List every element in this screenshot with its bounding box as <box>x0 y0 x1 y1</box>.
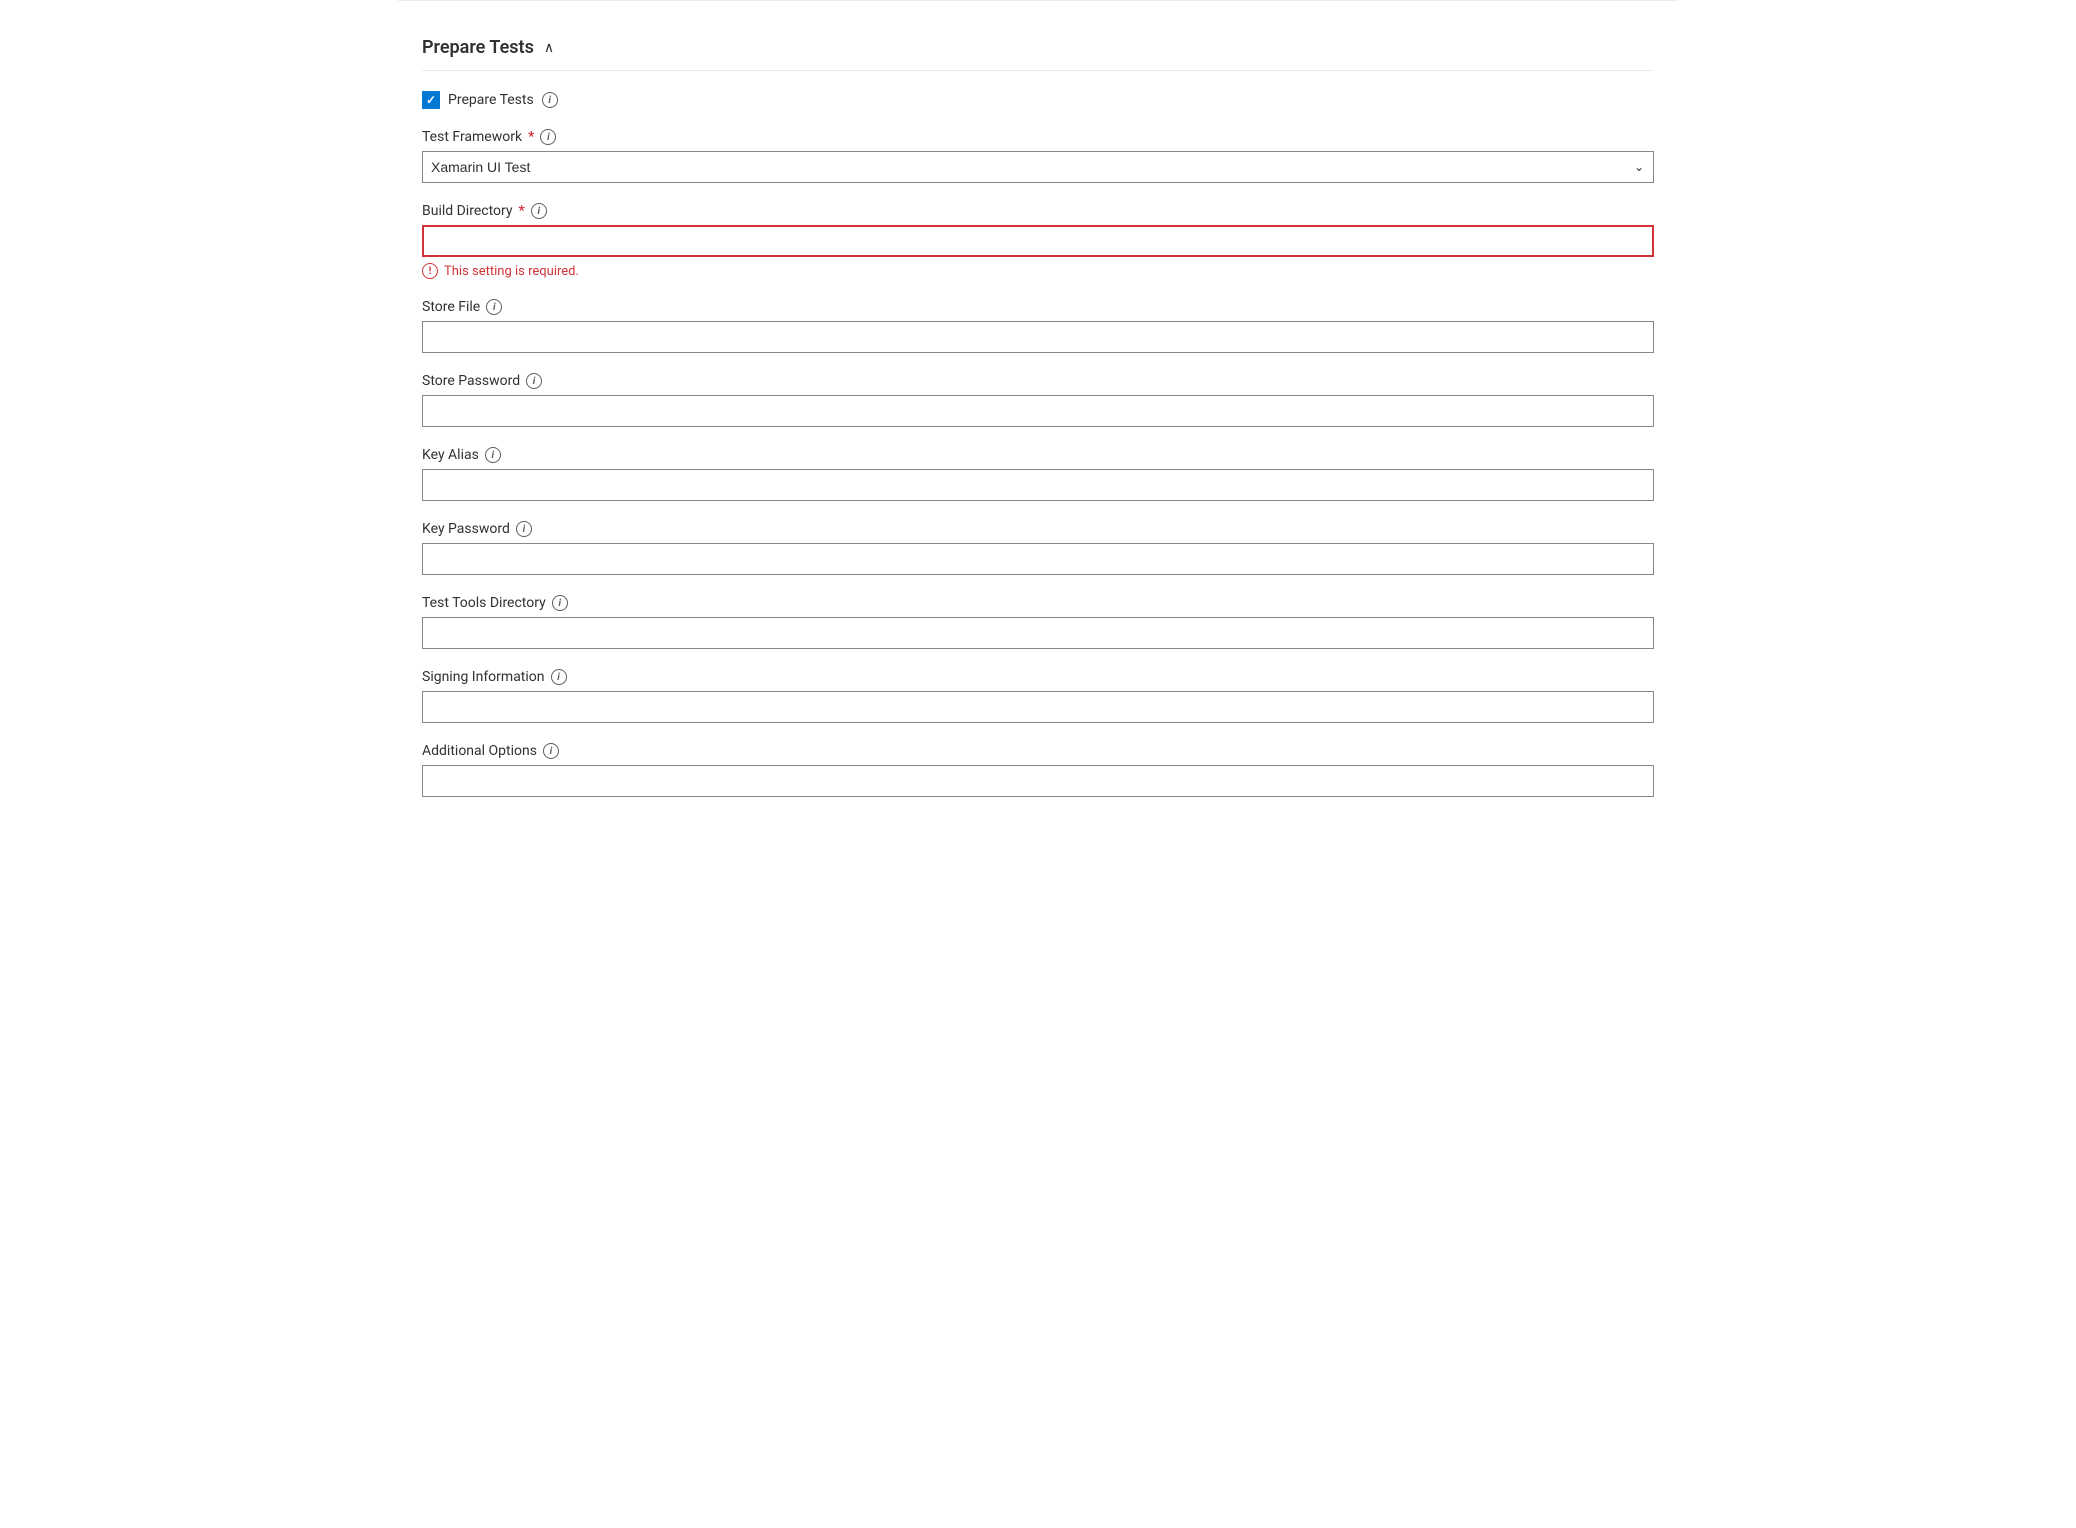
test-framework-select[interactable]: Xamarin UI Test Appium Espresso XCUITest <box>422 151 1654 183</box>
build-directory-error-text: This setting is required. <box>444 264 579 279</box>
test-tools-directory-info-icon[interactable]: i <box>552 595 568 611</box>
store-file-label: Store File i <box>422 299 1654 315</box>
prepare-tests-info-icon[interactable]: i <box>542 92 558 108</box>
test-framework-label-text: Test Framework <box>422 129 522 145</box>
additional-options-label-text: Additional Options <box>422 743 537 759</box>
key-alias-label-text: Key Alias <box>422 447 479 463</box>
test-framework-required-star: * <box>528 129 534 145</box>
build-directory-label-text: Build Directory <box>422 203 513 219</box>
signing-information-label-text: Signing Information <box>422 669 545 685</box>
test-tools-directory-input[interactable] <box>422 617 1654 649</box>
key-password-label-text: Key Password <box>422 521 510 537</box>
additional-options-label: Additional Options i <box>422 743 1654 759</box>
store-file-input[interactable] <box>422 321 1654 353</box>
build-directory-info-icon[interactable]: i <box>531 203 547 219</box>
test-framework-info-icon[interactable]: i <box>540 129 556 145</box>
prepare-tests-checkbox[interactable]: ✓ <box>422 91 440 109</box>
signing-information-info-icon[interactable]: i <box>551 669 567 685</box>
checkmark-icon: ✓ <box>426 94 436 106</box>
store-password-input[interactable] <box>422 395 1654 427</box>
key-alias-input[interactable] <box>422 469 1654 501</box>
store-password-label-text: Store Password <box>422 373 520 389</box>
collapse-chevron-icon: ∧ <box>544 40 554 56</box>
test-tools-directory-label-text: Test Tools Directory <box>422 595 546 611</box>
signing-information-input[interactable] <box>422 691 1654 723</box>
key-alias-label: Key Alias i <box>422 447 1654 463</box>
test-framework-label: Test Framework * i <box>422 129 1654 145</box>
store-password-info-icon[interactable]: i <box>526 373 542 389</box>
section-title: Prepare Tests <box>422 37 534 58</box>
key-password-label: Key Password i <box>422 521 1654 537</box>
store-password-field-group: Store Password i <box>422 373 1654 427</box>
build-directory-label: Build Directory * i <box>422 203 1654 219</box>
key-password-input[interactable] <box>422 543 1654 575</box>
section-header[interactable]: Prepare Tests ∧ <box>422 21 1654 71</box>
build-directory-input[interactable] <box>422 225 1654 257</box>
build-directory-field-group: Build Directory * i ! This setting is re… <box>422 203 1654 279</box>
build-directory-required-star: * <box>519 203 525 219</box>
store-file-field-group: Store File i <box>422 299 1654 353</box>
key-alias-info-icon[interactable]: i <box>485 447 501 463</box>
store-file-info-icon[interactable]: i <box>486 299 502 315</box>
test-framework-field-group: Test Framework * i Xamarin UI Test Appiu… <box>422 129 1654 183</box>
key-password-field-group: Key Password i <box>422 521 1654 575</box>
test-tools-directory-field-group: Test Tools Directory i <box>422 595 1654 649</box>
additional-options-input[interactable] <box>422 765 1654 797</box>
store-file-label-text: Store File <box>422 299 480 315</box>
additional-options-field-group: Additional Options i <box>422 743 1654 797</box>
build-directory-error-icon: ! <box>422 263 438 279</box>
signing-information-field-group: Signing Information i <box>422 669 1654 723</box>
additional-options-info-icon[interactable]: i <box>543 743 559 759</box>
page-container: Prepare Tests ∧ ✓ Prepare Tests i Test F… <box>398 0 1678 857</box>
build-directory-error-message: ! This setting is required. <box>422 263 1654 279</box>
prepare-tests-checkbox-row: ✓ Prepare Tests i <box>422 91 1654 109</box>
test-framework-select-wrapper: Xamarin UI Test Appium Espresso XCUITest… <box>422 151 1654 183</box>
store-password-label: Store Password i <box>422 373 1654 389</box>
key-alias-field-group: Key Alias i <box>422 447 1654 501</box>
test-tools-directory-label: Test Tools Directory i <box>422 595 1654 611</box>
signing-information-label: Signing Information i <box>422 669 1654 685</box>
prepare-tests-checkbox-label: Prepare Tests <box>448 92 534 108</box>
key-password-info-icon[interactable]: i <box>516 521 532 537</box>
